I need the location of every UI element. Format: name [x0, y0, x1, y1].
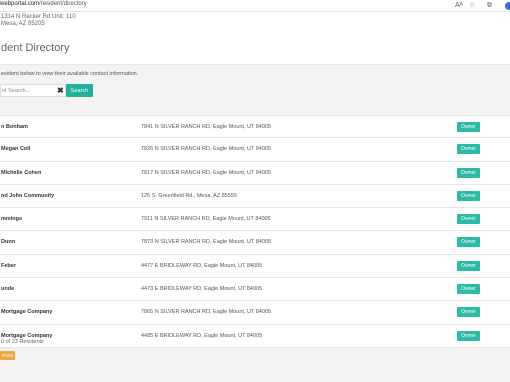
resident-address: 7841 N SILVER RANCH RD, Eagle Mount, UT … [141, 124, 272, 130]
intro-text: esident below to view their available co… [1, 71, 139, 77]
owner-badge: Owner [457, 214, 480, 225]
owner-badge: Owner [457, 144, 480, 155]
list-item[interactable]: unde 4473 E BRIDLEWAY RD, Eagle Mount, UT… [0, 278, 510, 302]
list-item[interactable]: nd John Community 125 S. Greenfield Rd., … [0, 185, 510, 209]
resident-list: n Bonham 7841 N SILVER RANCH RD, Eagle Mo… [0, 115, 510, 348]
resident-name[interactable]: mmings [1, 216, 22, 222]
resident-count: 0 of 23 Residents [1, 339, 44, 345]
page-content: 1314 N Recker Rd Unit: 110 Mesa, AZ 8520… [0, 12, 510, 382]
owner-badge: Owner [457, 284, 480, 295]
resident-name[interactable]: Mortgage Company [1, 333, 52, 339]
list-item[interactable]: mmings 7911 N SILVER RANCH RD, Eagle Moun… [0, 208, 510, 232]
address-line-1: 1314 N Recker Rd Unit: 110 [1, 14, 76, 20]
resident-name[interactable]: Dunn [1, 239, 15, 245]
list-item[interactable]: Dunn 7873 N SILVER RANCH RD, Eagle Mount,… [0, 231, 510, 255]
resident-address: 4473 E BRIDLEWAY RD, Eagle Mount, UT 840… [141, 286, 263, 293]
search-box: ✖ [0, 84, 66, 97]
resident-name[interactable]: Feber [1, 263, 16, 269]
owner-badge: Owner [457, 307, 480, 318]
clear-icon[interactable]: ✖ [57, 85, 64, 96]
resident-address: 125 S. Greenfield Rd., Mesa, AZ 85555 [141, 192, 238, 199]
resident-name[interactable]: unde [1, 286, 14, 292]
profile-icon[interactable] [505, 2, 510, 10]
resident-address: 7865 N SILVER RANCH RD, Eagle Mount, UT … [141, 309, 272, 316]
favorites-icon[interactable]: ☆ [469, 1, 475, 10]
list-item[interactable]: Mortgage Company 7865 N SILVER RANCH RD, … [0, 301, 510, 325]
resident-name[interactable]: Megan Coll [1, 146, 30, 152]
title-bar: dent Directory [0, 34, 510, 65]
list-item[interactable]: Michelle Cohen 7817 N SILVER RANCH RD, Ea… [0, 162, 510, 185]
browser-address-bar: webportal.com/resident/directory A͏ᴬ ☆ ⧉ [0, 0, 510, 12]
resident-address: 4477 E BRIDLEWAY RD, Eagle Mount, UT 840… [141, 262, 263, 269]
owner-badge: Owner [457, 167, 480, 178]
list-item[interactable]: Megan Coll 7826 N SILVER RANCH RD, Eagle … [0, 138, 510, 162]
resident-address: 7826 N SILVER RANCH RD, Eagle Mount, UT … [141, 146, 272, 153]
url-field[interactable]: webportal.com/resident/directory [0, 1, 87, 7]
read-aloud-icon[interactable]: A͏ᴬ [455, 1, 463, 10]
resident-address: 7817 N SILVER RANCH RD, Eagle Mount, UT … [141, 169, 272, 176]
owner-badge: Owner [457, 330, 480, 341]
list-item[interactable]: Mortgage Company 4485 E BRIDLEWAY RD, Eag… [0, 325, 510, 348]
load-more-button[interactable]: more [0, 351, 15, 360]
address-line-2: Mesa, AZ 85205 [1, 21, 45, 27]
extensions-icon[interactable]: ⧉ [487, 1, 492, 10]
list-item[interactable]: Feber 4477 E BRIDLEWAY RD, Eagle Mount, U… [0, 255, 510, 279]
page-title: dent Directory [1, 42, 70, 54]
url-host: webportal.com [0, 1, 40, 7]
resident-address: 7911 N SILVER RANCH RD, Eagle Mount, UT … [141, 216, 271, 223]
owner-badge: Owner [457, 260, 480, 271]
resident-address: 7873 N SILVER RANCH RD, Eagle Mount, UT … [141, 239, 272, 246]
url-path: /resident/directory [39, 1, 87, 7]
community-address: 1314 N Recker Rd Unit: 110 Mesa, AZ 8520… [0, 12, 510, 34]
resident-name[interactable]: nd John Community [1, 193, 54, 199]
list-item[interactable]: n Bonham 7841 N SILVER RANCH RD, Eagle Mo… [0, 115, 510, 139]
search-button[interactable]: Search [66, 84, 93, 97]
resident-name[interactable]: n Bonham [1, 124, 28, 130]
owner-badge: Owner [457, 237, 480, 248]
resident-address: 4485 E BRIDLEWAY RD, Eagle Mount, UT 840… [141, 332, 263, 339]
owner-badge: Owner [457, 122, 480, 132]
resident-name[interactable]: Mortgage Company [1, 309, 52, 315]
owner-badge: Owner [457, 190, 480, 201]
resident-name[interactable]: Michelle Cohen [1, 170, 41, 176]
search-input[interactable] [1, 85, 53, 96]
